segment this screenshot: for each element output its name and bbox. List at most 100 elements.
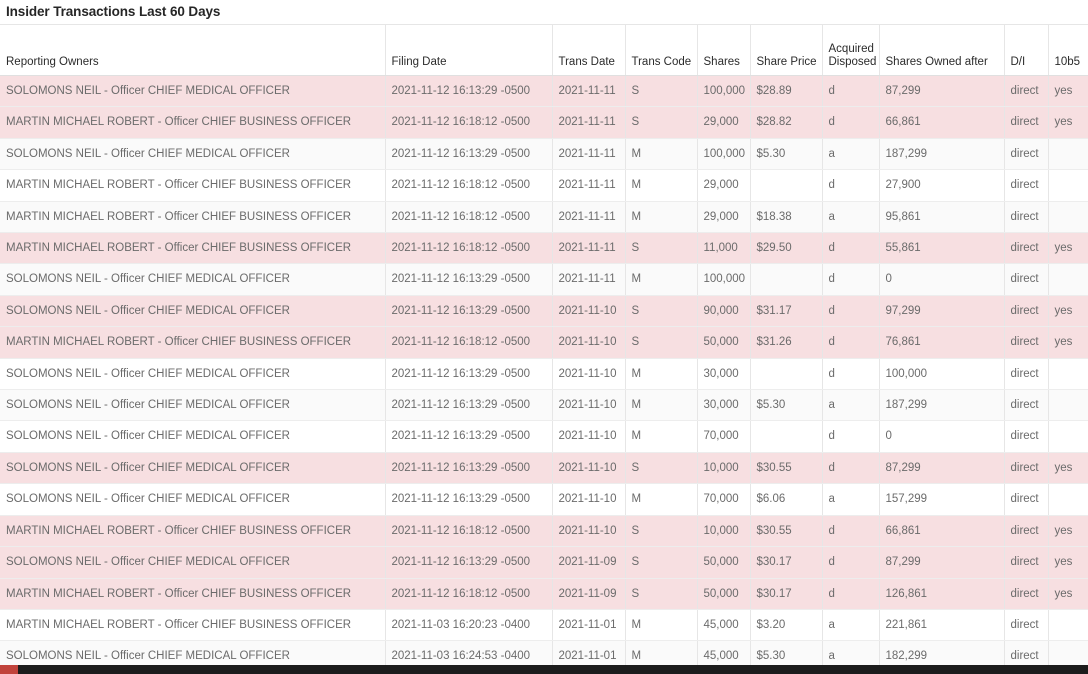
cell-shares: 50,000	[697, 546, 751, 579]
column-header-trans-code[interactable]: Trans Code	[625, 24, 698, 76]
cell-trans-date: 2021-11-10	[552, 389, 626, 422]
column-header-share-price[interactable]: Share Price	[750, 24, 823, 76]
cell-filing-date: 2021-11-12 16:13:29 -0500	[385, 452, 553, 485]
cell-di: direct	[1004, 389, 1049, 422]
table-row[interactable]: MARTIN MICHAEL ROBERT - Officer CHIEF BU…	[0, 106, 1088, 139]
cell-di: direct	[1004, 483, 1049, 516]
table-row[interactable]: SOLOMONS NEIL - Officer CHIEF MEDICAL OF…	[0, 138, 1088, 171]
cell-trans-date: 2021-11-09	[552, 546, 626, 579]
cell-reporting-owner[interactable]: SOLOMONS NEIL - Officer CHIEF MEDICAL OF…	[0, 546, 386, 579]
cell-reporting-owner[interactable]: MARTIN MICHAEL ROBERT - Officer CHIEF BU…	[0, 201, 386, 234]
cell-shares-owned-after: 95,861	[879, 201, 1005, 234]
cell-acquired-disposed: d	[822, 578, 880, 610]
cell-trans-date: 2021-11-09	[552, 578, 626, 610]
table-body: SOLOMONS NEIL - Officer CHIEF MEDICAL OF…	[0, 75, 1088, 674]
cell-reporting-owner[interactable]: SOLOMONS NEIL - Officer CHIEF MEDICAL OF…	[0, 75, 386, 108]
cell-reporting-owner[interactable]: MARTIN MICHAEL ROBERT - Officer CHIEF BU…	[0, 515, 386, 548]
cell-reporting-owner[interactable]: MARTIN MICHAEL ROBERT - Officer CHIEF BU…	[0, 232, 386, 265]
cell-reporting-owner[interactable]: MARTIN MICHAEL ROBERT - Officer CHIEF BU…	[0, 326, 386, 359]
table-row[interactable]: MARTIN MICHAEL ROBERT - Officer CHIEF BU…	[0, 609, 1088, 642]
table-row[interactable]: SOLOMONS NEIL - Officer CHIEF MEDICAL OF…	[0, 420, 1088, 453]
cell-reporting-owner[interactable]: SOLOMONS NEIL - Officer CHIEF MEDICAL OF…	[0, 138, 386, 171]
cell-reporting-owner[interactable]: MARTIN MICHAEL ROBERT - Officer CHIEF BU…	[0, 609, 386, 642]
table-row[interactable]: SOLOMONS NEIL - Officer CHIEF MEDICAL OF…	[0, 75, 1088, 108]
cell-reporting-owner[interactable]: SOLOMONS NEIL - Officer CHIEF MEDICAL OF…	[0, 483, 386, 516]
cell-trans-code: S	[625, 326, 698, 359]
cell-shares: 10,000	[697, 515, 751, 548]
column-header-10b5[interactable]: 10b5	[1048, 24, 1088, 76]
cell-trans-date: 2021-11-11	[552, 75, 626, 108]
cell-filing-date: 2021-11-12 16:13:29 -0500	[385, 420, 553, 453]
cell-reporting-owner[interactable]: MARTIN MICHAEL ROBERT - Officer CHIEF BU…	[0, 578, 386, 610]
column-header-reporting-owners[interactable]: Reporting Owners	[0, 24, 386, 76]
cell-shares-owned-after: 187,299	[879, 138, 1005, 171]
table-row[interactable]: MARTIN MICHAEL ROBERT - Officer CHIEF BU…	[0, 326, 1088, 359]
cell-share-price: $31.17	[750, 295, 823, 328]
table-row[interactable]: SOLOMONS NEIL - Officer CHIEF MEDICAL OF…	[0, 452, 1088, 485]
column-header-trans-date[interactable]: Trans Date	[552, 24, 626, 76]
table-row[interactable]: MARTIN MICHAEL ROBERT - Officer CHIEF BU…	[0, 169, 1088, 202]
cell-filing-date: 2021-11-12 16:18:12 -0500	[385, 201, 553, 234]
cell-trans-date: 2021-11-11	[552, 169, 626, 202]
cell-shares-owned-after: 0	[879, 263, 1005, 296]
column-header-di[interactable]: D/I	[1004, 24, 1049, 76]
column-header-filing-date[interactable]: Filing Date	[385, 24, 553, 76]
table-header-row: Reporting Owners Filing Date Trans Date …	[0, 24, 1088, 76]
cell-shares-owned-after: 66,861	[879, 106, 1005, 139]
table-row[interactable]: MARTIN MICHAEL ROBERT - Officer CHIEF BU…	[0, 201, 1088, 234]
cell-reporting-owner[interactable]: MARTIN MICHAEL ROBERT - Officer CHIEF BU…	[0, 106, 386, 139]
cell-shares: 70,000	[697, 420, 751, 453]
cell-filing-date: 2021-11-12 16:13:29 -0500	[385, 358, 553, 391]
insider-transactions-page: Insider Transactions Last 60 Days Report…	[0, 0, 1088, 674]
cell-filing-date: 2021-11-12 16:13:29 -0500	[385, 138, 553, 171]
table-row[interactable]: MARTIN MICHAEL ROBERT - Officer CHIEF BU…	[0, 578, 1088, 610]
cell-filing-date: 2021-11-12 16:18:12 -0500	[385, 106, 553, 139]
cell-share-price: $6.06	[750, 483, 823, 516]
table-row[interactable]: MARTIN MICHAEL ROBERT - Officer CHIEF BU…	[0, 515, 1088, 548]
cell-share-price: $5.30	[750, 138, 823, 171]
cell-di: direct	[1004, 420, 1049, 453]
column-header-shares[interactable]: Shares	[697, 24, 751, 76]
cell-shares-owned-after: 0	[879, 420, 1005, 453]
table-row[interactable]: SOLOMONS NEIL - Officer CHIEF MEDICAL OF…	[0, 546, 1088, 579]
table-row[interactable]: SOLOMONS NEIL - Officer CHIEF MEDICAL OF…	[0, 483, 1088, 516]
cell-shares: 90,000	[697, 295, 751, 328]
cell-share-price	[750, 169, 823, 202]
cell-filing-date: 2021-11-12 16:13:29 -0500	[385, 75, 553, 108]
table-row[interactable]: SOLOMONS NEIL - Officer CHIEF MEDICAL OF…	[0, 263, 1088, 296]
table-row[interactable]: MARTIN MICHAEL ROBERT - Officer CHIEF BU…	[0, 232, 1088, 265]
cell-trans-date: 2021-11-11	[552, 232, 626, 265]
cell-reporting-owner[interactable]: SOLOMONS NEIL - Officer CHIEF MEDICAL OF…	[0, 420, 386, 453]
cell-reporting-owner[interactable]: SOLOMONS NEIL - Officer CHIEF MEDICAL OF…	[0, 358, 386, 391]
cell-share-price: $3.20	[750, 609, 823, 642]
table-row[interactable]: SOLOMONS NEIL - Officer CHIEF MEDICAL OF…	[0, 358, 1088, 391]
cell-share-price	[750, 263, 823, 296]
cell-reporting-owner[interactable]: MARTIN MICHAEL ROBERT - Officer CHIEF BU…	[0, 169, 386, 202]
cell-filing-date: 2021-11-12 16:13:29 -0500	[385, 389, 553, 422]
cell-trans-code: M	[625, 420, 698, 453]
cell-acquired-disposed: a	[822, 201, 880, 234]
cell-acquired-disposed: d	[822, 169, 880, 202]
cell-trans-code: S	[625, 515, 698, 548]
cell-acquired-disposed: d	[822, 452, 880, 485]
table-header: Reporting Owners Filing Date Trans Date …	[0, 24, 1088, 76]
table-row[interactable]: SOLOMONS NEIL - Officer CHIEF MEDICAL OF…	[0, 389, 1088, 422]
cell-share-price: $30.17	[750, 546, 823, 579]
cell-reporting-owner[interactable]: SOLOMONS NEIL - Officer CHIEF MEDICAL OF…	[0, 295, 386, 328]
column-header-acquired-disposed[interactable]: Acquired Disposed	[822, 24, 880, 76]
cell-10b5: yes	[1048, 546, 1088, 579]
table-row[interactable]: SOLOMONS NEIL - Officer CHIEF MEDICAL OF…	[0, 295, 1088, 328]
cell-10b5: yes	[1048, 232, 1088, 265]
cell-share-price: $28.82	[750, 106, 823, 139]
cell-di: direct	[1004, 169, 1049, 202]
cell-reporting-owner[interactable]: SOLOMONS NEIL - Officer CHIEF MEDICAL OF…	[0, 263, 386, 296]
cell-trans-code: S	[625, 295, 698, 328]
cell-trans-date: 2021-11-10	[552, 326, 626, 359]
cell-trans-date: 2021-11-10	[552, 358, 626, 391]
bottom-bar	[0, 665, 1088, 674]
cell-reporting-owner[interactable]: SOLOMONS NEIL - Officer CHIEF MEDICAL OF…	[0, 452, 386, 485]
cell-reporting-owner[interactable]: SOLOMONS NEIL - Officer CHIEF MEDICAL OF…	[0, 389, 386, 422]
cell-acquired-disposed: a	[822, 138, 880, 171]
cell-share-price: $28.89	[750, 75, 823, 108]
column-header-shares-owned-after[interactable]: Shares Owned after	[879, 24, 1005, 76]
